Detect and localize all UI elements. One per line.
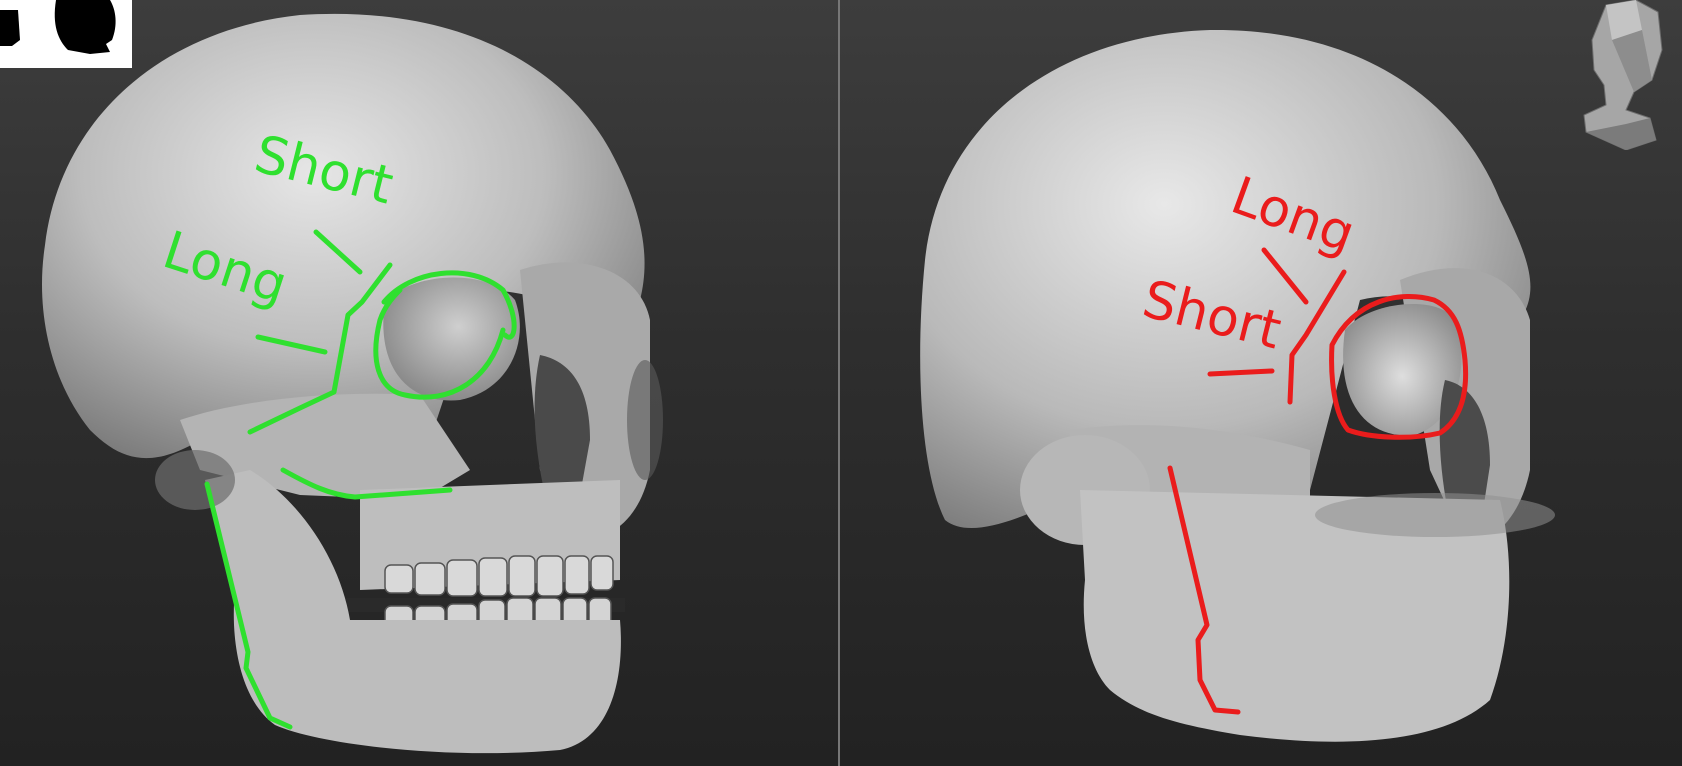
dual-viewport: Short Long Long Short [0,0,1682,766]
left-skull-render[interactable]: Short Long [0,0,838,766]
head-navigation-cube-icon[interactable] [1566,0,1676,150]
right-skull-render[interactable]: Long Short [840,0,1682,766]
silhouette-thumbnail-icon[interactable] [0,0,132,68]
left-viewport[interactable]: Short Long [0,0,838,766]
right-viewport[interactable]: Long Short [840,0,1682,766]
